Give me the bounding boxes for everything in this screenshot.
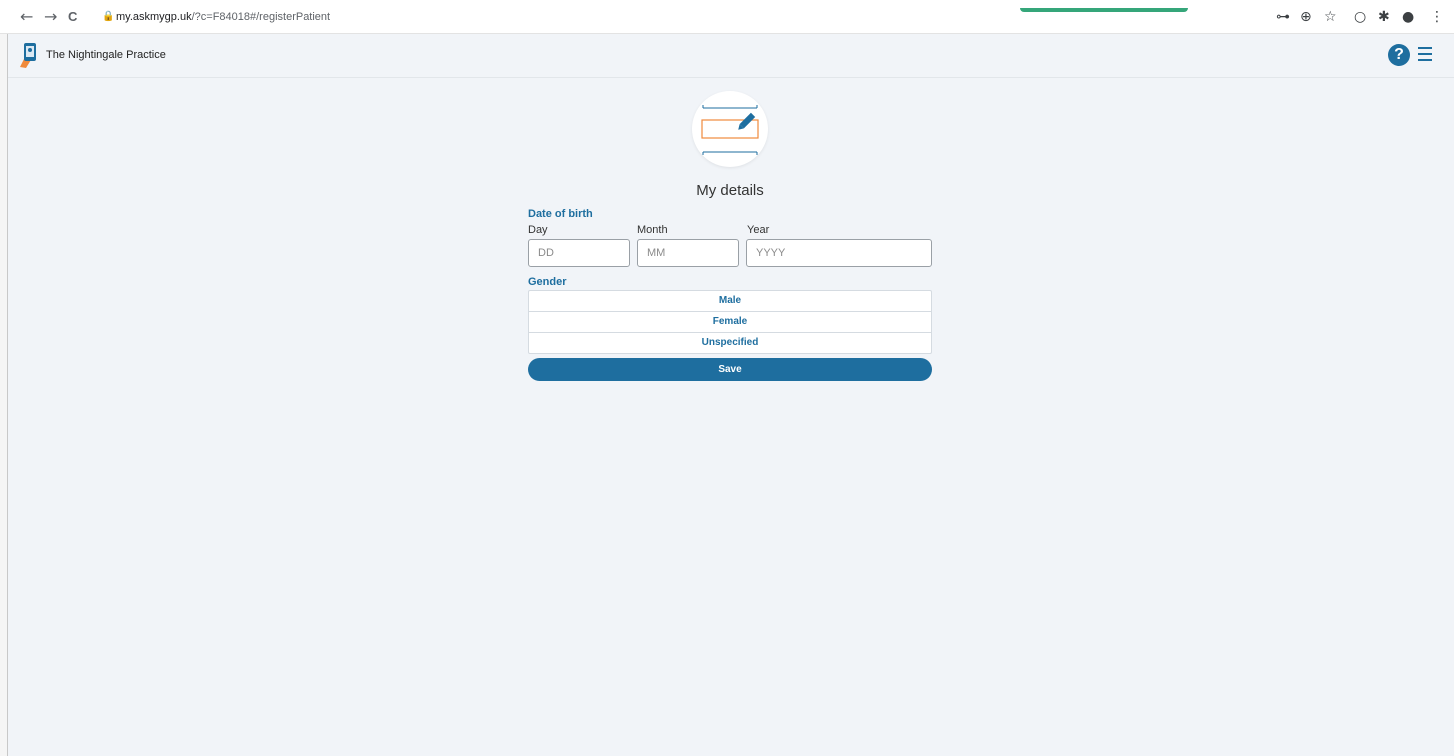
dob-label: Date of birth: [528, 208, 593, 220]
month-input[interactable]: [637, 239, 739, 267]
year-input[interactable]: [746, 239, 932, 267]
edit-form-icon: [701, 105, 759, 155]
star-icon[interactable]: ☆: [1324, 8, 1337, 26]
app-header: The Nightingale Practice ?: [8, 34, 1454, 78]
year-label: Year: [747, 224, 770, 236]
page-title: My details: [696, 182, 764, 199]
gender-option-female[interactable]: Female: [529, 312, 931, 333]
puzzle-icon[interactable]: ✱: [1378, 8, 1390, 26]
profile-icon[interactable]: ●: [1402, 8, 1414, 26]
reload-icon[interactable]: C: [68, 8, 77, 26]
extension-icon[interactable]: ○: [1354, 8, 1366, 26]
back-icon[interactable]: ←: [20, 8, 33, 26]
forward-icon[interactable]: →: [44, 8, 57, 26]
help-icon[interactable]: ?: [1388, 44, 1410, 66]
loading-indicator: [1020, 8, 1188, 12]
address-bar[interactable]: 🔒 my.askmygp.uk/?c=F84018#/registerPatie…: [90, 8, 990, 28]
practice-name[interactable]: The Nightingale Practice: [46, 49, 166, 61]
url-path: /?c=F84018#/registerPatient: [191, 11, 331, 23]
left-edge-panel: [0, 34, 8, 756]
gender-option-unspecified[interactable]: Unspecified: [529, 333, 931, 353]
hamburger-menu-icon[interactable]: [1418, 47, 1432, 61]
day-label: Day: [528, 224, 548, 236]
practice-logo-icon: [20, 43, 36, 68]
key-icon[interactable]: ⊶: [1276, 8, 1290, 26]
gender-label: Gender: [528, 276, 567, 288]
install-icon[interactable]: ⊕: [1300, 8, 1312, 26]
url-host: my.askmygp.uk: [116, 11, 192, 23]
month-label: Month: [637, 224, 668, 236]
kebab-menu-icon[interactable]: ⋮: [1430, 8, 1444, 26]
lock-icon: 🔒: [102, 11, 115, 22]
url-text[interactable]: my.askmygp.uk/?c=F84018#/registerPatient: [116, 11, 330, 23]
save-button[interactable]: Save: [528, 358, 932, 381]
day-input[interactable]: [528, 239, 630, 267]
browser-toolbar: ← → C 🔒 my.askmygp.uk/?c=F84018#/registe…: [0, 0, 1454, 34]
gender-options: Male Female Unspecified: [528, 290, 932, 354]
gender-option-male[interactable]: Male: [529, 291, 931, 312]
details-illustration: [692, 91, 768, 167]
